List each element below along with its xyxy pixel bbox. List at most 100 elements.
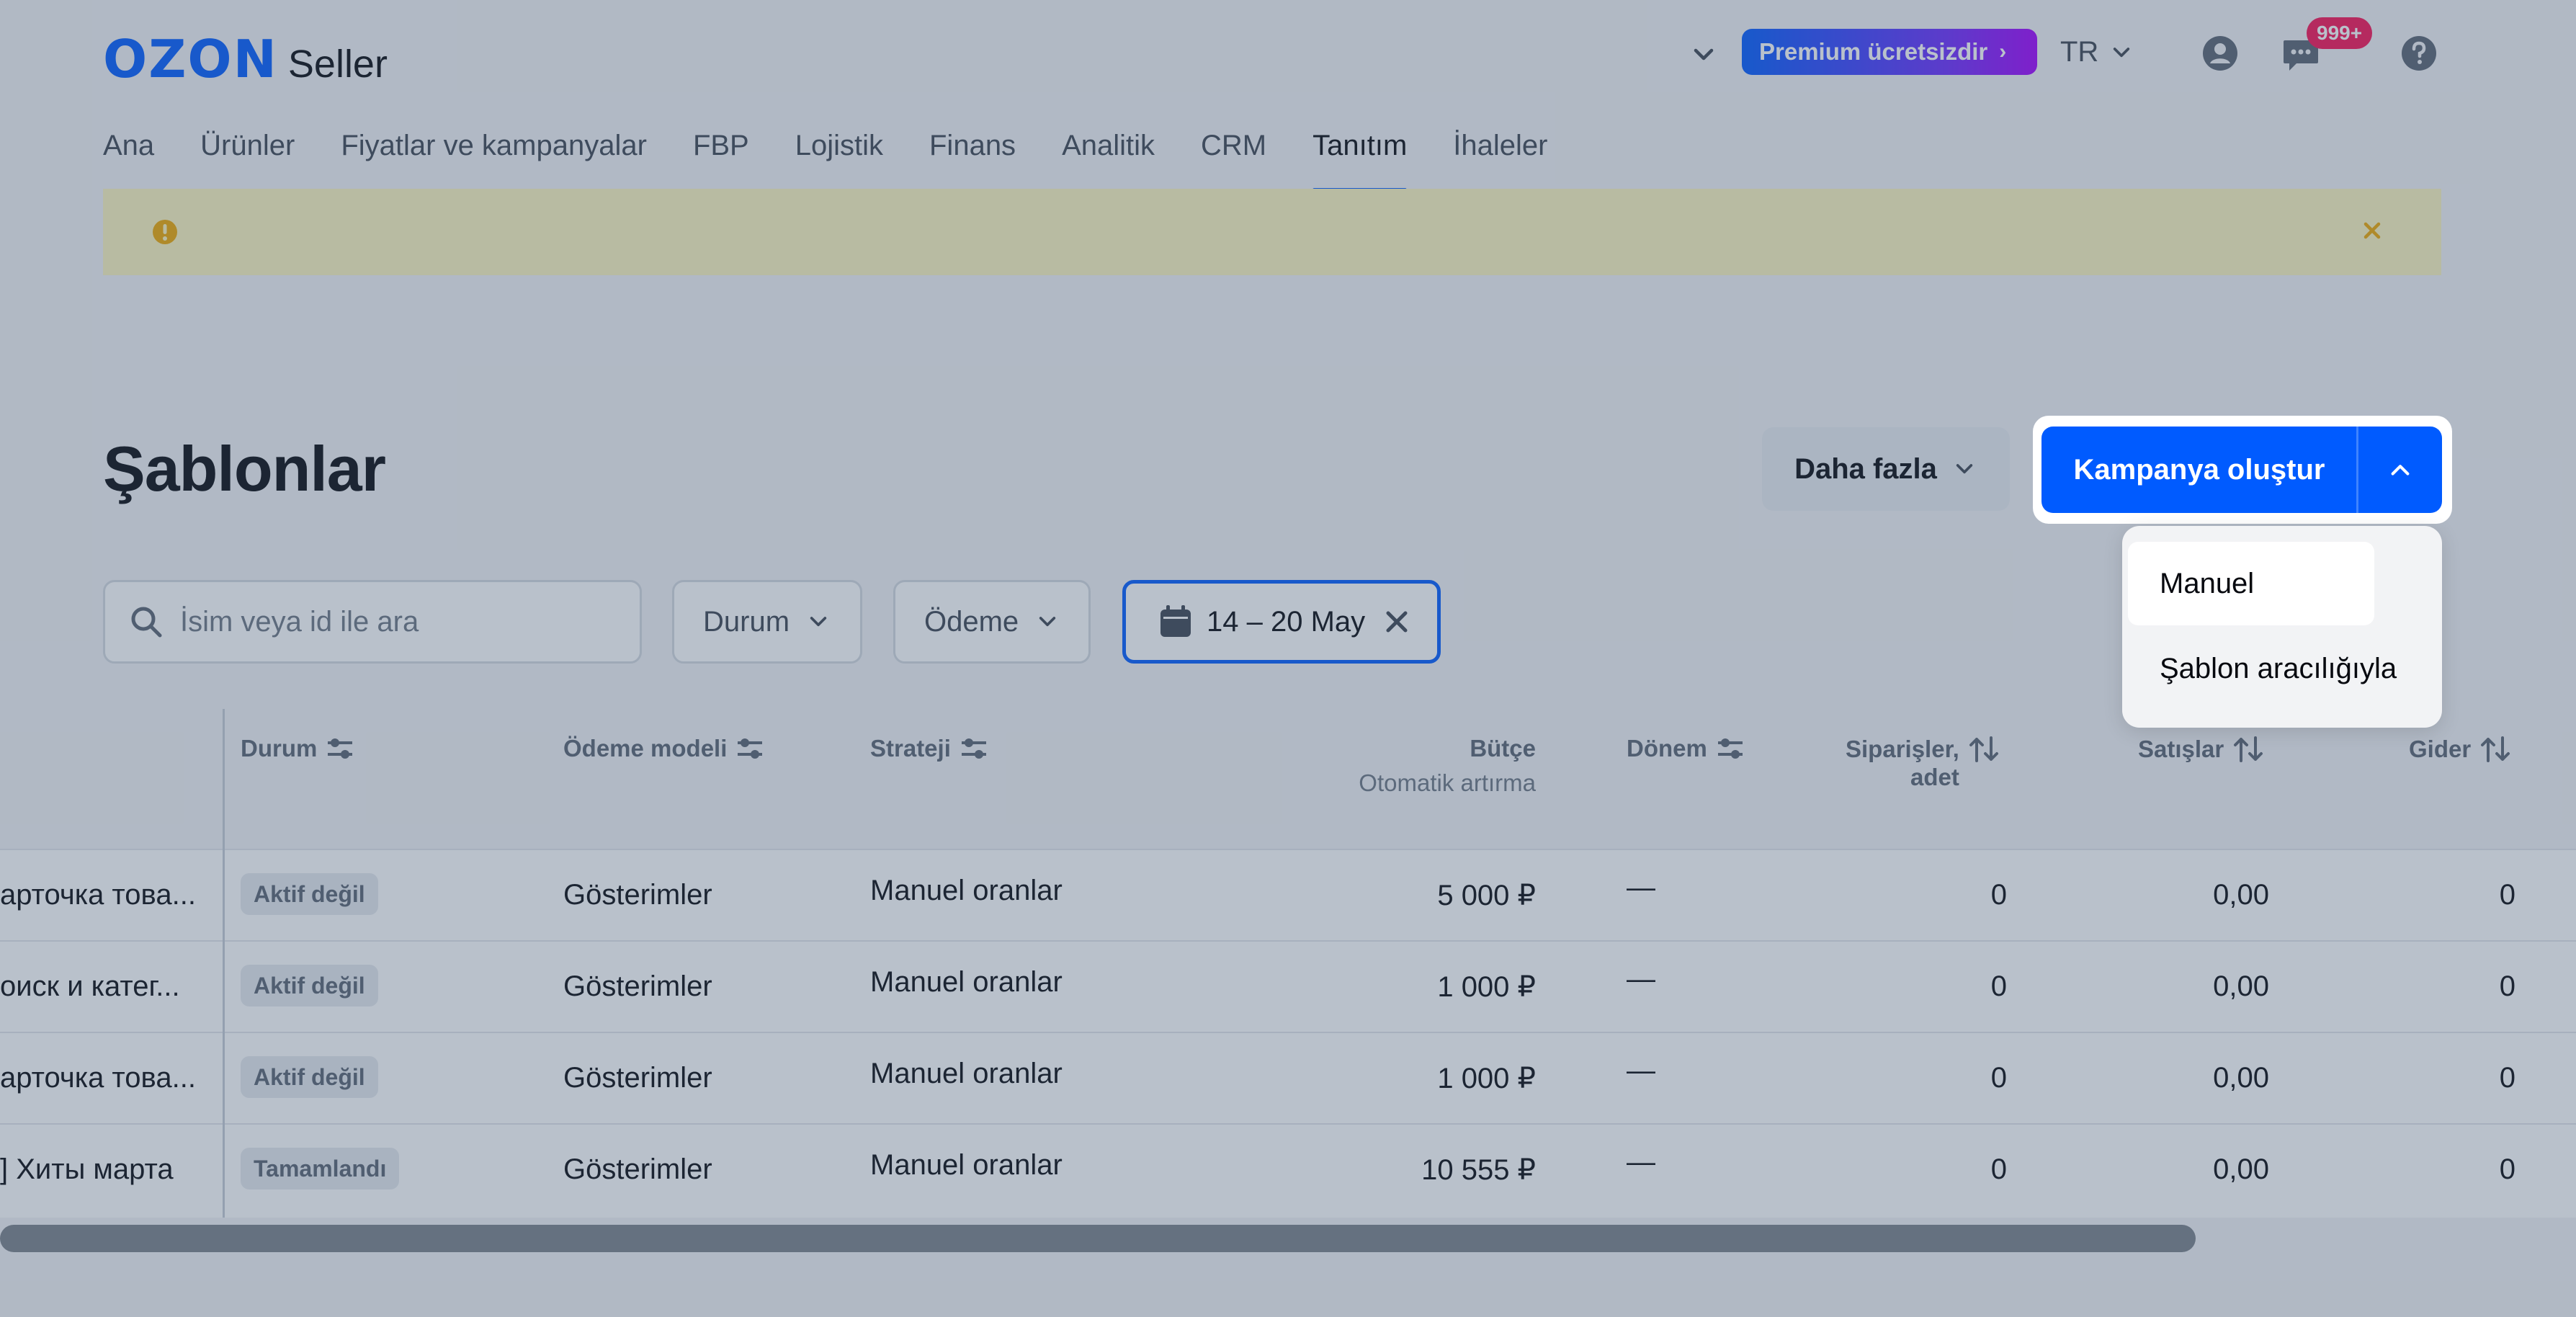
sticky-column-divider	[223, 709, 225, 1218]
header-payment-model[interactable]: Ödeme modeli	[563, 735, 764, 762]
more-button[interactable]: Daha fazla	[1762, 427, 2010, 511]
budget-cell[interactable]: 10 555 ₽	[1297, 1153, 1536, 1187]
nav-item-analitik[interactable]: Analitik	[1062, 122, 1155, 192]
status-badge: Tamamlandı	[241, 1148, 400, 1189]
ozon-seller-logo[interactable]: OZON Seller	[103, 29, 388, 89]
nav-item-lojistik[interactable]: Lojistik	[795, 122, 883, 192]
filter-settings-icon[interactable]	[960, 736, 988, 762]
header-expense-label: Gider	[2409, 736, 2472, 762]
alert-banner	[103, 189, 2441, 275]
payment-model-cell: Gösterimler	[563, 1062, 712, 1094]
warning-icon	[153, 220, 177, 244]
campaign-name[interactable]: арточка това...	[0, 879, 196, 911]
nav-item-tanitim[interactable]: Tanıtım	[1312, 122, 1408, 192]
table-header: Durum Ödeme modeli Strateji Bütçe Otomat…	[0, 709, 2576, 849]
payment-model-cell: Gösterimler	[563, 970, 712, 1002]
period-cell: —	[1627, 1055, 1655, 1086]
header-strategy[interactable]: Strateji	[870, 735, 988, 762]
filter-settings-icon[interactable]	[1716, 736, 1745, 762]
table-row[interactable]: арточка това... Aktif değil Gösterimler …	[0, 1032, 2576, 1123]
sales-cell: 0,00	[2213, 1062, 2269, 1094]
sort-icon[interactable]	[2232, 735, 2266, 764]
close-icon[interactable]	[1382, 607, 1411, 636]
status-filter-label: Durum	[703, 605, 790, 638]
search-input[interactable]	[180, 605, 612, 638]
status-filter[interactable]: Durum	[672, 580, 862, 664]
campaign-name[interactable]: арточка това...	[0, 1062, 196, 1094]
campaign-name[interactable]: ] Хиты марта	[0, 1153, 174, 1186]
notification-badge: 999+	[2307, 17, 2373, 49]
premium-button[interactable]: Premium ücretsizdir ›	[1742, 29, 2037, 75]
page-title: Şablonlar	[103, 433, 386, 504]
create-campaign-button[interactable]: Kampanya oluştur	[2041, 427, 2357, 513]
chevron-up-icon	[2391, 465, 2410, 476]
strategy-cell: Manuel oranlar	[870, 1058, 1063, 1089]
orders-cell: 0	[1990, 879, 2007, 911]
close-icon[interactable]	[2359, 218, 2385, 244]
chevron-down-icon	[1039, 617, 1056, 627]
create-campaign-menu: Manuel Şablon aracılığıyla	[2122, 526, 2442, 728]
status-badge: Aktif değil	[241, 873, 378, 915]
payment-filter[interactable]: Ödeme	[893, 580, 1091, 664]
expense-cell: 0	[2499, 1062, 2515, 1094]
header: OZON Seller Premium ücretsizdir › TR 999…	[0, 0, 2576, 195]
help-icon[interactable]	[2399, 33, 2439, 73]
orders-cell: 0	[1990, 1153, 2007, 1185]
date-range-filter[interactable]: 14 – 20 May	[1122, 580, 1441, 664]
nav-item-fbp[interactable]: FBP	[693, 122, 749, 192]
orders-cell: 0	[1990, 970, 2007, 1002]
nav-item-urunler[interactable]: Ürünler	[200, 122, 295, 192]
date-range-value: 14 – 20 May	[1207, 605, 1366, 638]
period-cell: —	[1627, 872, 1655, 903]
user-icon[interactable]	[2200, 33, 2240, 73]
table-row[interactable]: ] Хиты марта Tamamlandı Gösterimler Manu…	[0, 1123, 2576, 1215]
table-row[interactable]: арточка това... Aktif değil Gösterimler …	[0, 849, 2576, 940]
language-selector[interactable]: TR	[2060, 36, 2134, 68]
create-campaign-menu-toggle[interactable]	[2358, 427, 2442, 513]
strategy-cell: Manuel oranlar	[870, 1149, 1063, 1181]
header-period[interactable]: Dönem	[1627, 735, 1745, 762]
nav-item-crm[interactable]: CRM	[1201, 122, 1266, 192]
nav-item-fiyatlar[interactable]: Fiyatlar ve kampanyalar	[341, 122, 647, 192]
search-icon	[131, 607, 162, 638]
budget-cell[interactable]: 1 000 ₽	[1297, 970, 1536, 1004]
status-badge: Aktif değil	[241, 1056, 378, 1098]
table-row[interactable]: оиск и катег... Aktif değil Gösterimler …	[0, 940, 2576, 1032]
sales-cell: 0,00	[2213, 970, 2269, 1002]
nav-item-ihaleler[interactable]: İhaleler	[1453, 122, 1547, 192]
campaign-table: Durum Ödeme modeli Strateji Bütçe Otomat…	[0, 709, 2576, 1218]
strategy-cell: Manuel oranlar	[870, 966, 1063, 998]
chevron-down-icon[interactable]	[1686, 36, 1722, 72]
filter-settings-icon[interactable]	[735, 736, 764, 762]
menu-item-template[interactable]: Şablon aracılığıyla	[2128, 627, 2397, 710]
payment-filter-label: Ödeme	[924, 605, 1019, 638]
header-status[interactable]: Durum	[241, 735, 354, 762]
sort-icon[interactable]	[2479, 735, 2513, 764]
header-budget[interactable]: Bütçe	[1297, 735, 1536, 762]
budget-cell[interactable]: 1 000 ₽	[1297, 1062, 1536, 1095]
strategy-cell: Manuel oranlar	[870, 875, 1063, 906]
header-sales[interactable]: Satışlar	[2138, 735, 2266, 764]
header-orders-sub: adet	[1910, 764, 1959, 790]
filter-settings-icon[interactable]	[326, 736, 354, 762]
sales-cell: 0,00	[2213, 1153, 2269, 1185]
nav-item-ana[interactable]: Ana	[103, 122, 154, 192]
campaign-name[interactable]: оиск и катег...	[0, 970, 180, 1003]
header-strategy-label: Strateji	[870, 735, 951, 762]
menu-item-manual[interactable]: Manuel	[2128, 542, 2374, 625]
nav-item-finans[interactable]: Finans	[929, 122, 1016, 192]
horizontal-scrollbar[interactable]	[0, 1225, 2196, 1252]
header-expense[interactable]: Gider	[2409, 735, 2513, 764]
period-cell: —	[1627, 1146, 1655, 1178]
status-badge: Aktif değil	[241, 965, 378, 1006]
sort-icon[interactable]	[1968, 735, 2001, 764]
chevron-right-icon: ›	[1999, 40, 2007, 63]
expense-cell: 0	[2499, 970, 2515, 1002]
payment-model-cell: Gösterimler	[563, 879, 712, 911]
header-orders[interactable]: Siparişler,	[1846, 735, 2001, 764]
budget-cell[interactable]: 5 000 ₽	[1297, 879, 1536, 912]
premium-label: Premium ücretsizdir	[1759, 38, 1988, 65]
chevron-down-icon	[810, 617, 827, 627]
search-field[interactable]	[103, 580, 642, 664]
period-cell: —	[1627, 963, 1655, 995]
